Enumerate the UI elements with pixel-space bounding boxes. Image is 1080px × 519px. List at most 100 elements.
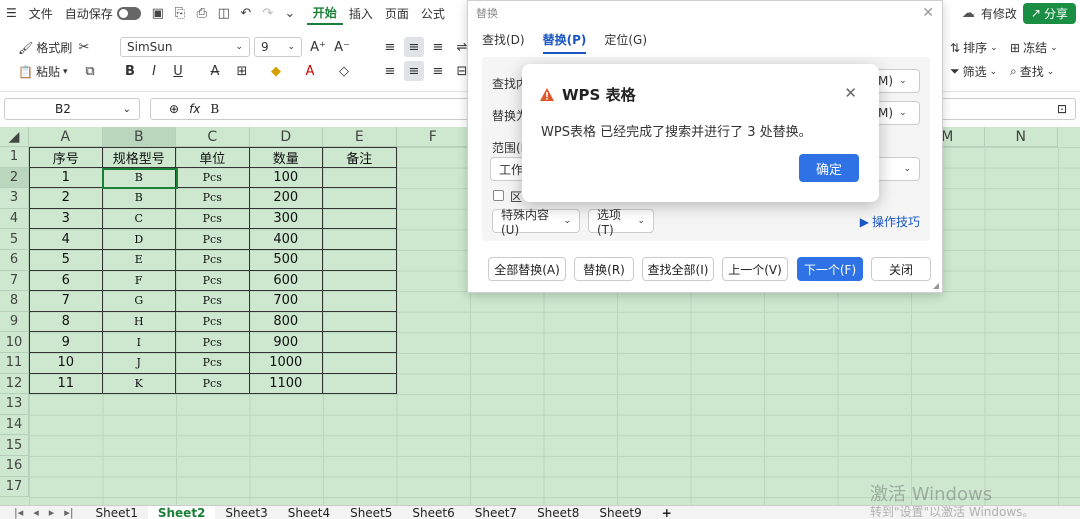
- border-icon[interactable]: ⊞: [232, 61, 252, 81]
- column-header-a[interactable]: A: [29, 127, 103, 147]
- sheet-tab-6[interactable]: Sheet6: [402, 506, 464, 519]
- table-cell[interactable]: [323, 353, 397, 374]
- table-cell[interactable]: Pcs: [176, 311, 250, 333]
- table-cell[interactable]: 1: [29, 167, 103, 189]
- paste-button[interactable]: 📋 粘贴 ▾: [18, 63, 68, 80]
- fill-color-icon[interactable]: ◆: [266, 61, 286, 81]
- close-icon[interactable]: ✕: [844, 84, 857, 102]
- align-middle-icon[interactable]: ≡: [404, 37, 424, 57]
- sheet-tab-4[interactable]: Sheet4: [278, 506, 340, 519]
- sheet-tab-7[interactable]: Sheet7: [465, 506, 527, 519]
- table-cell[interactable]: [323, 250, 397, 271]
- table-cell[interactable]: Pcs: [176, 373, 250, 395]
- column-header-c[interactable]: C: [176, 127, 250, 147]
- italic-icon[interactable]: I: [144, 61, 164, 81]
- column-header-n[interactable]: N: [984, 127, 1058, 147]
- cut-icon[interactable]: ✂: [74, 37, 94, 57]
- table-cell[interactable]: 10: [29, 353, 103, 374]
- table-cell[interactable]: Pcs: [176, 270, 250, 292]
- next-button[interactable]: 下一个(F): [797, 257, 863, 281]
- row-header-16[interactable]: 16: [0, 456, 29, 477]
- print-preview-icon[interactable]: ◫: [213, 0, 235, 26]
- special-content-dropdown[interactable]: 特殊内容(U) ⌄: [492, 208, 580, 237]
- table-cell[interactable]: 700: [249, 291, 323, 312]
- find-all-button[interactable]: 查找全部(I): [642, 257, 714, 281]
- table-cell[interactable]: Pcs: [176, 229, 250, 250]
- tab-insert[interactable]: 插入: [343, 0, 379, 26]
- next-sheet-icon[interactable]: ▸: [49, 506, 55, 519]
- format-painter-button[interactable]: 🖌 格式刷: [18, 39, 72, 56]
- table-cell[interactable]: 600: [249, 270, 323, 292]
- tab-replace[interactable]: 替换(P): [542, 31, 587, 54]
- autosave-toggle[interactable]: [116, 6, 141, 20]
- table-cell[interactable]: 7: [29, 291, 103, 312]
- table-cell[interactable]: 500: [249, 250, 323, 271]
- row-header-17[interactable]: 17: [0, 476, 29, 498]
- table-cell[interactable]: C: [102, 208, 176, 230]
- tab-page[interactable]: 页面: [379, 0, 415, 26]
- table-cell[interactable]: 1100: [249, 373, 323, 395]
- table-cell[interactable]: Pcs: [176, 208, 250, 230]
- tips-link[interactable]: ▶ 操作技巧: [860, 213, 920, 230]
- row-header-3[interactable]: 3: [0, 188, 29, 209]
- sheet-tab-1[interactable]: Sheet1: [86, 506, 148, 519]
- freeze-button[interactable]: ⊞ 冻结 ⌄: [1010, 39, 1058, 56]
- table-cell[interactable]: [323, 270, 397, 292]
- table-header-cell[interactable]: 规格型号: [102, 147, 176, 168]
- table-cell[interactable]: H: [102, 311, 176, 333]
- save-icon[interactable]: ▣: [147, 0, 169, 26]
- filter-button[interactable]: ⏷ 筛选 ⌄: [950, 63, 997, 80]
- column-header-d[interactable]: D: [249, 127, 323, 147]
- table-cell[interactable]: 100: [249, 167, 323, 189]
- share-button[interactable]: ↗ 分享: [1022, 2, 1076, 24]
- table-cell[interactable]: 2: [29, 188, 103, 209]
- row-header-9[interactable]: 9: [0, 311, 29, 333]
- expand-formula-icon[interactable]: ⊡: [1057, 102, 1067, 116]
- table-cell[interactable]: D: [102, 229, 176, 250]
- row-header-13[interactable]: 13: [0, 394, 29, 415]
- strikethrough-icon[interactable]: A: [205, 61, 225, 81]
- previous-button[interactable]: 上一个(V): [722, 257, 788, 281]
- ok-button[interactable]: 确定: [799, 154, 859, 182]
- table-cell[interactable]: J: [102, 353, 176, 374]
- replace-all-button[interactable]: 全部替换(A): [488, 257, 566, 281]
- row-header-14[interactable]: 14: [0, 414, 29, 436]
- redo-icon[interactable]: ↷: [257, 0, 279, 26]
- table-cell[interactable]: Pcs: [176, 291, 250, 312]
- row-header-5[interactable]: 5: [0, 229, 29, 250]
- font-size-select[interactable]: 9 ⌄: [254, 37, 302, 57]
- sort-button[interactable]: ⇅ 排序 ⌄: [950, 39, 998, 56]
- sheet-tab-3[interactable]: Sheet3: [215, 506, 277, 519]
- table-cell[interactable]: G: [102, 291, 176, 312]
- close-icon[interactable]: ✕: [922, 5, 934, 21]
- name-box[interactable]: B2 ⌄: [4, 98, 140, 120]
- fx-icon[interactable]: fx: [189, 102, 200, 116]
- table-cell[interactable]: [323, 332, 397, 353]
- table-cell[interactable]: 400: [249, 229, 323, 250]
- table-cell[interactable]: Pcs: [176, 188, 250, 209]
- table-cell[interactable]: 4: [29, 229, 103, 250]
- table-cell[interactable]: E: [102, 250, 176, 271]
- first-sheet-icon[interactable]: |◂: [14, 506, 23, 519]
- table-cell[interactable]: [323, 311, 397, 333]
- table-cell[interactable]: [323, 188, 397, 209]
- row-header-1[interactable]: 1: [0, 147, 29, 168]
- table-cell[interactable]: I: [102, 332, 176, 353]
- add-sheet-icon[interactable]: +: [652, 506, 682, 519]
- tab-goto[interactable]: 定位(G): [604, 31, 647, 54]
- table-cell[interactable]: 8: [29, 311, 103, 333]
- autosave[interactable]: 自动保存: [59, 0, 147, 26]
- table-cell[interactable]: Pcs: [176, 167, 250, 189]
- row-header-2[interactable]: 2: [0, 167, 29, 189]
- column-header-f[interactable]: F: [396, 127, 470, 147]
- eraser-icon[interactable]: ◇: [334, 61, 354, 81]
- table-cell[interactable]: B: [102, 188, 176, 209]
- table-cell[interactable]: Pcs: [176, 332, 250, 353]
- sheet-tab-8[interactable]: Sheet8: [527, 506, 589, 519]
- align-left-icon[interactable]: ≡: [380, 61, 400, 81]
- row-header-8[interactable]: 8: [0, 291, 29, 312]
- match-case-checkbox[interactable]: [493, 190, 504, 201]
- table-cell[interactable]: 6: [29, 270, 103, 292]
- prev-sheet-icon[interactable]: ◂: [33, 506, 39, 519]
- column-header-b[interactable]: B: [102, 127, 176, 147]
